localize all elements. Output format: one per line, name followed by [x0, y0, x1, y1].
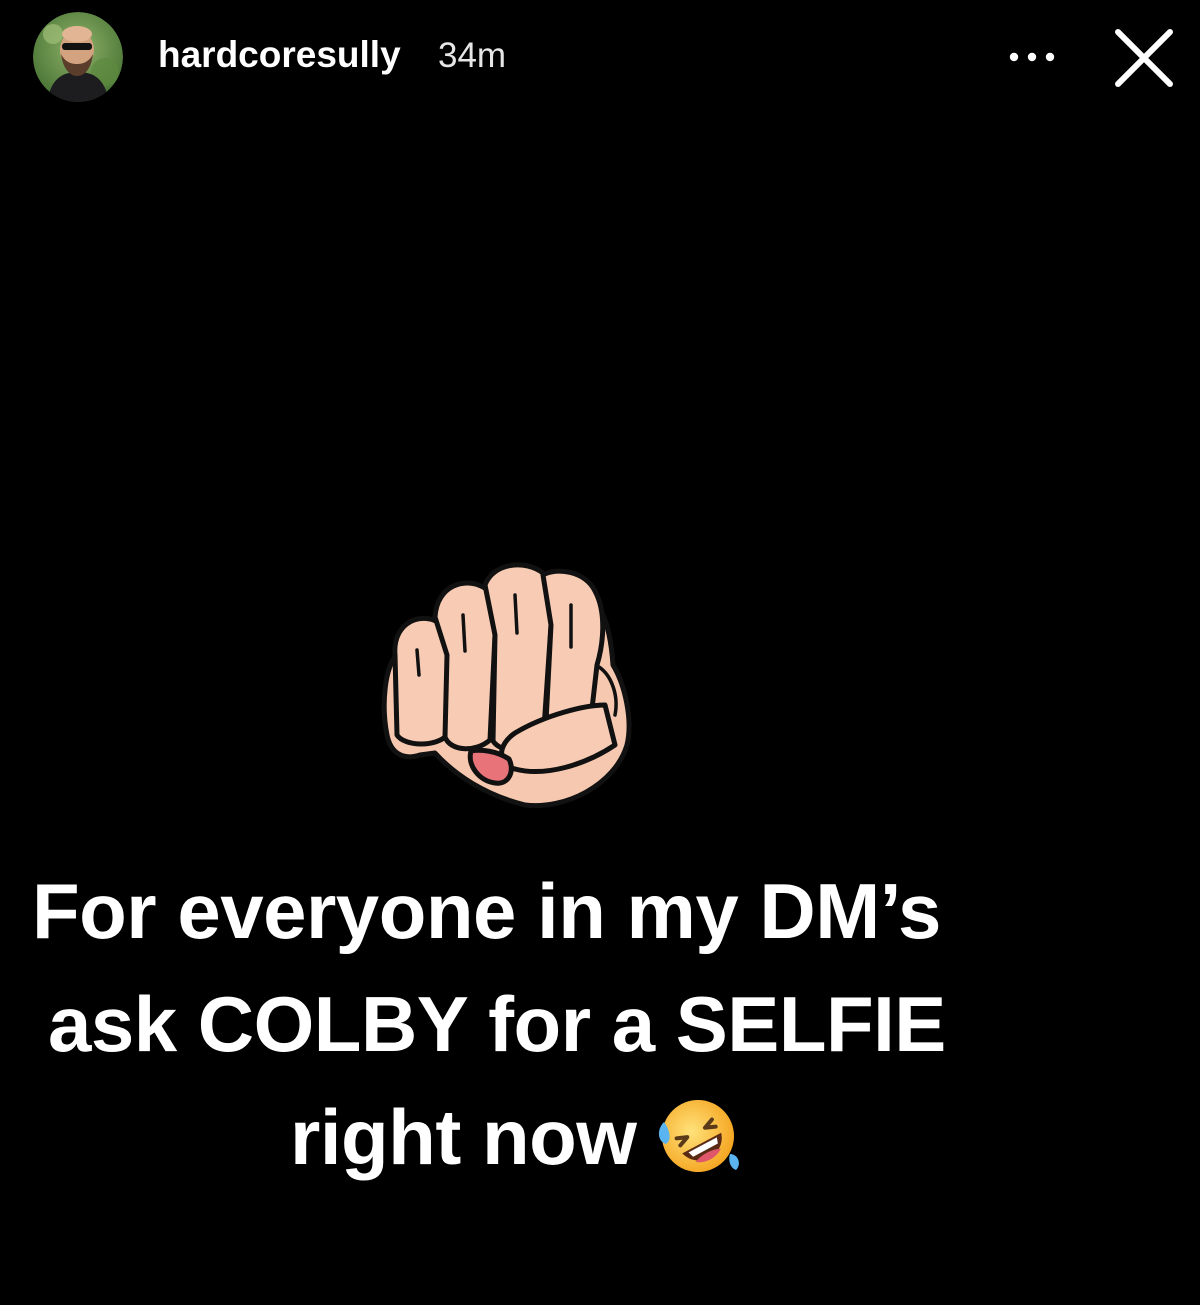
post-time: 34m: [438, 36, 507, 75]
story-viewer: hardcoresully 34m For everyone in my DM’…: [0, 0, 1200, 1305]
caption-line-3: right now: [0, 1081, 1115, 1194]
caption-line-3-text: right now: [290, 1093, 637, 1181]
caption-line-2: ask COLBY for a SELFIE: [48, 980, 946, 1068]
close-x-icon: [1115, 29, 1173, 87]
rolling-laughing-emoji-icon: [659, 1100, 740, 1173]
username[interactable]: hardcoresully: [158, 34, 401, 76]
close-button[interactable]: [1110, 24, 1178, 92]
raised-fist-icon: [381, 562, 632, 809]
caption-line-1: For everyone in my DM’s: [32, 867, 941, 955]
profile-avatar-icon: [33, 12, 123, 102]
story-header: hardcoresully 34m: [0, 0, 1200, 112]
avatar[interactable]: [33, 12, 123, 102]
more-options-button[interactable]: [1003, 35, 1063, 79]
more-dots-icon: [1009, 52, 1055, 62]
story-caption: For everyone in my DM’s ask COLBY for a …: [0, 855, 1115, 1194]
raised-fist-sticker: [375, 555, 640, 815]
